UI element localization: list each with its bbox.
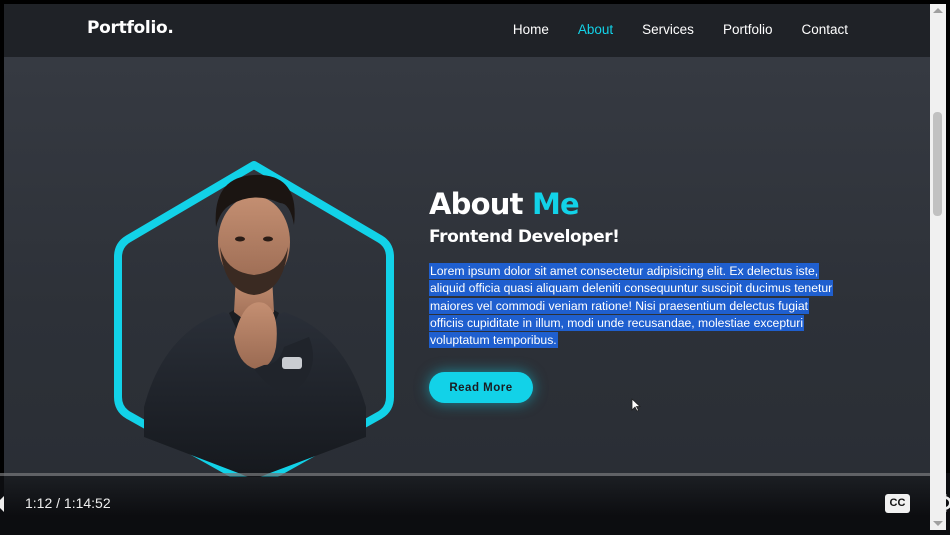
selected-text[interactable]: Lorem ipsum dolor sit amet consectetur a… xyxy=(429,263,834,349)
nav-link-services[interactable]: Services xyxy=(642,22,694,37)
video-player-controls: 1:12 / 1:14:52 CC xyxy=(0,473,950,535)
page-scrollbar[interactable] xyxy=(930,4,946,530)
video-progress-bar[interactable] xyxy=(0,473,930,476)
scroll-up-arrow-icon[interactable] xyxy=(933,8,943,13)
nav-link-portfolio[interactable]: Portfolio xyxy=(723,22,773,37)
about-content: About Me Frontend Developer! Lorem ipsum… xyxy=(429,187,849,349)
about-title-main: About xyxy=(429,187,532,221)
nav-link-contact[interactable]: Contact xyxy=(801,22,848,37)
nav-link-about[interactable]: About xyxy=(578,22,613,37)
profile-image xyxy=(114,161,394,477)
site-logo[interactable]: Portfolio. xyxy=(87,18,174,38)
read-more-button[interactable]: Read More xyxy=(429,372,533,403)
mouse-pointer-icon xyxy=(631,398,641,412)
about-subtitle: Frontend Developer! xyxy=(429,227,620,247)
closed-captions-icon[interactable]: CC xyxy=(885,494,910,513)
profile-hexagon xyxy=(104,107,404,477)
nav-links: Home About Services Portfolio Contact xyxy=(513,22,848,37)
about-section: About Me Frontend Developer! Lorem ipsum… xyxy=(4,57,930,477)
volume-icon[interactable] xyxy=(0,495,4,513)
browser-viewport: Portfolio. Home About Services Portfolio… xyxy=(4,4,930,530)
scroll-thumb[interactable] xyxy=(933,112,942,216)
nav-link-home[interactable]: Home xyxy=(513,22,549,37)
scroll-down-arrow-icon[interactable] xyxy=(933,521,943,526)
about-title: About Me xyxy=(429,187,849,221)
about-title-accent: Me xyxy=(531,187,580,221)
about-paragraph[interactable]: Lorem ipsum dolor sit amet consectetur a… xyxy=(429,263,834,349)
top-navigation: Portfolio. Home About Services Portfolio… xyxy=(4,4,930,57)
video-time: 1:12 / 1:14:52 xyxy=(25,495,111,511)
